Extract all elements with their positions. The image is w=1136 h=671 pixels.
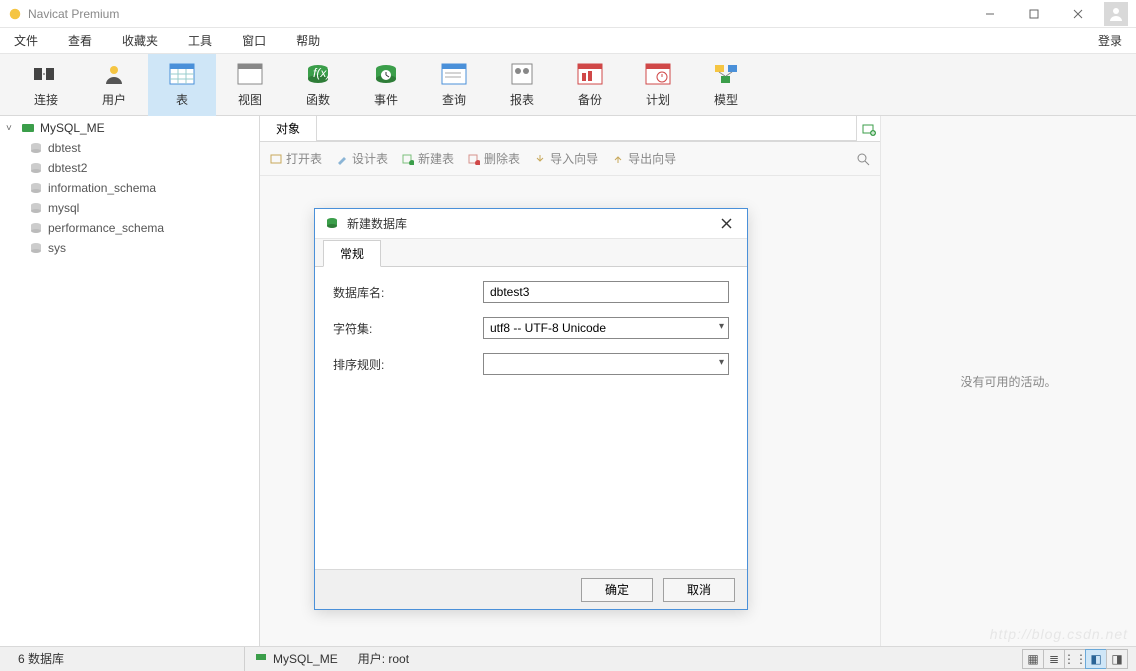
connection-icon [255, 651, 267, 666]
status-connection: MySQL_ME [245, 651, 348, 666]
tool-connect[interactable]: 连接 [12, 54, 80, 116]
database-icon [28, 160, 44, 176]
database-icon [28, 140, 44, 156]
tool-user[interactable]: 用户 [80, 54, 148, 116]
tool-schedule[interactable]: 计划 [624, 54, 692, 116]
menu-favorites[interactable]: 收藏夹 [116, 30, 164, 51]
connection-tree[interactable]: ˅ MySQL_ME dbtest dbtest2 information_sc… [0, 116, 260, 646]
object-tab-row: 对象 [260, 116, 880, 142]
menu-file[interactable]: 文件 [8, 30, 44, 51]
input-db-name[interactable] [490, 285, 722, 299]
database-icon [28, 200, 44, 216]
tool-table[interactable]: 表 [148, 54, 216, 116]
window-title: Navicat Premium [28, 7, 968, 21]
object-filter-input[interactable] [317, 116, 856, 141]
tree-db-sys[interactable]: sys [0, 238, 259, 258]
database-icon [28, 240, 44, 256]
tree-db-performance-schema[interactable]: performance_schema [0, 218, 259, 238]
input-db-name-wrapper [483, 281, 729, 303]
tab-objects[interactable]: 对象 [260, 116, 317, 141]
status-db-count: 6 数据库 [8, 650, 74, 667]
maximize-button[interactable] [1012, 0, 1056, 28]
tree-root-connection[interactable]: ˅ MySQL_ME [0, 118, 259, 138]
view-detail-icon[interactable]: ⋮⋮ [1064, 649, 1086, 669]
menu-login[interactable]: 登录 [1092, 30, 1128, 51]
tree-db-dbtest[interactable]: dbtest [0, 138, 259, 158]
dialog-ok-button[interactable]: 确定 [581, 578, 653, 602]
view-mode-buttons: ▦ ≣ ⋮⋮ ◧ ◨ [1023, 649, 1128, 669]
activity-panel: 没有可用的活动。 [880, 116, 1136, 646]
search-icon[interactable] [856, 152, 870, 166]
tool-query[interactable]: 查询 [420, 54, 488, 116]
menu-window[interactable]: 窗口 [236, 30, 272, 51]
view-grid-icon[interactable]: ▦ [1022, 649, 1044, 669]
menu-help[interactable]: 帮助 [290, 30, 326, 51]
objbtn-design[interactable]: 设计表 [336, 150, 388, 167]
tree-db-information-schema[interactable]: information_schema [0, 178, 259, 198]
combo-charset[interactable]: ▾ [483, 317, 729, 339]
database-icon [325, 216, 341, 232]
objbtn-open[interactable]: 打开表 [270, 150, 322, 167]
view-split-right-icon[interactable]: ◨ [1106, 649, 1128, 669]
chevron-down-icon[interactable]: ˅ [6, 123, 16, 134]
menu-tools[interactable]: 工具 [182, 30, 218, 51]
label-collation: 排序规则: [333, 356, 483, 373]
new-tab-icon[interactable] [856, 116, 880, 141]
app-icon [8, 7, 22, 21]
view-split-left-icon[interactable]: ◧ [1085, 649, 1107, 669]
menubar: 文件 查看 收藏夹 工具 窗口 帮助 登录 [0, 28, 1136, 54]
combo-charset-input[interactable] [490, 321, 722, 335]
tool-model[interactable]: 模型 [692, 54, 760, 116]
tool-backup[interactable]: 备份 [556, 54, 624, 116]
combo-collation-input[interactable] [490, 357, 722, 371]
database-icon [28, 220, 44, 236]
label-charset: 字符集: [333, 320, 483, 337]
connection-icon [20, 120, 36, 136]
close-button[interactable] [1056, 0, 1100, 28]
database-icon [28, 180, 44, 196]
tree-db-mysql[interactable]: mysql [0, 198, 259, 218]
minimize-button[interactable] [968, 0, 1012, 28]
tool-report[interactable]: 报表 [488, 54, 556, 116]
svg-text:f(x): f(x) [313, 66, 330, 80]
tool-event[interactable]: 事件 [352, 54, 420, 116]
combo-collation[interactable]: ▾ [483, 353, 729, 375]
dialog-cancel-button[interactable]: 取消 [663, 578, 735, 602]
tool-view[interactable]: 视图 [216, 54, 284, 116]
user-avatar-icon[interactable] [1104, 2, 1128, 26]
tool-function[interactable]: f(x)函数 [284, 54, 352, 116]
activity-empty-text: 没有可用的活动。 [960, 373, 1056, 390]
tree-db-dbtest2[interactable]: dbtest2 [0, 158, 259, 178]
dialog-close-icon[interactable] [715, 213, 737, 235]
chevron-down-icon: ▾ [719, 357, 724, 368]
main-toolbar: 连接 用户 表 视图 f(x)函数 事件 查询 报表 备份 计划 模型 [0, 54, 1136, 116]
label-db-name: 数据库名: [333, 284, 483, 301]
status-bar: 6 数据库 MySQL_ME 用户: root ▦ ≣ ⋮⋮ ◧ ◨ [0, 646, 1136, 670]
new-database-dialog: 新建数据库 常规 数据库名: 字符集: ▾ 排序规则: ▾ 确定 [314, 208, 748, 610]
menu-view[interactable]: 查看 [62, 30, 98, 51]
objbtn-delete[interactable]: 删除表 [468, 150, 520, 167]
dialog-tab-general[interactable]: 常规 [323, 240, 381, 267]
objbtn-export[interactable]: 导出向导 [612, 150, 676, 167]
view-list-icon[interactable]: ≣ [1043, 649, 1065, 669]
objbtn-import[interactable]: 导入向导 [534, 150, 598, 167]
object-toolbar: 打开表 设计表 新建表 删除表 导入向导 导出向导 [260, 142, 880, 176]
chevron-down-icon: ▾ [719, 321, 724, 332]
dialog-title: 新建数据库 [347, 215, 715, 232]
objbtn-new[interactable]: 新建表 [402, 150, 454, 167]
status-user: 用户: root [348, 650, 419, 667]
window-titlebar: Navicat Premium [0, 0, 1136, 28]
